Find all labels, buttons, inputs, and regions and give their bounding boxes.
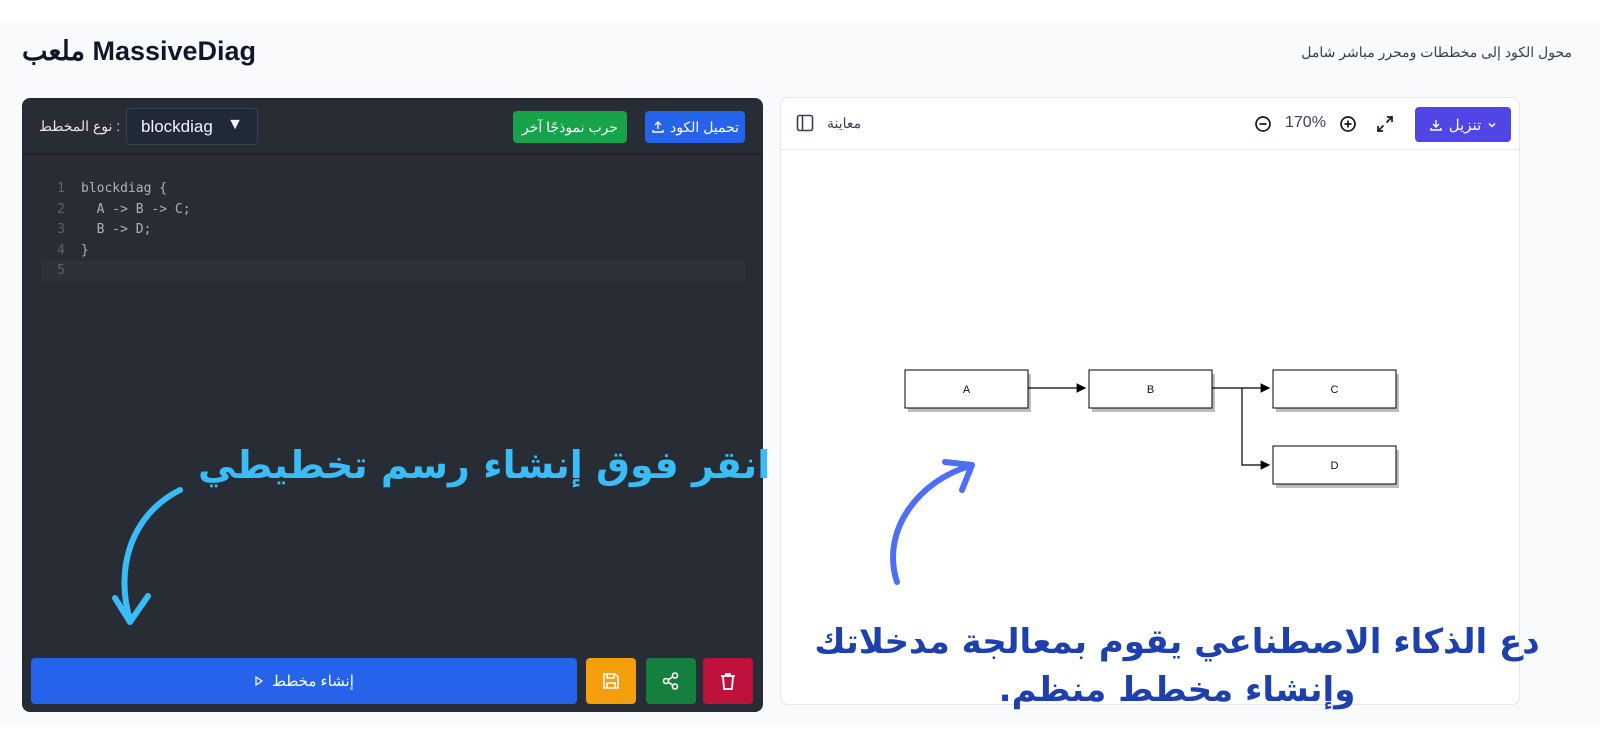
ai-process-hint: دع الذكاء الاصطناعي يقوم بمعالجة مدخلاتك…	[814, 622, 1540, 710]
curved-arrow-right	[890, 463, 973, 585]
curved-arrow-left	[121, 487, 183, 623]
click-generate-hint: انقر فوق إنشاء رسم تخطيطي	[198, 443, 771, 487]
